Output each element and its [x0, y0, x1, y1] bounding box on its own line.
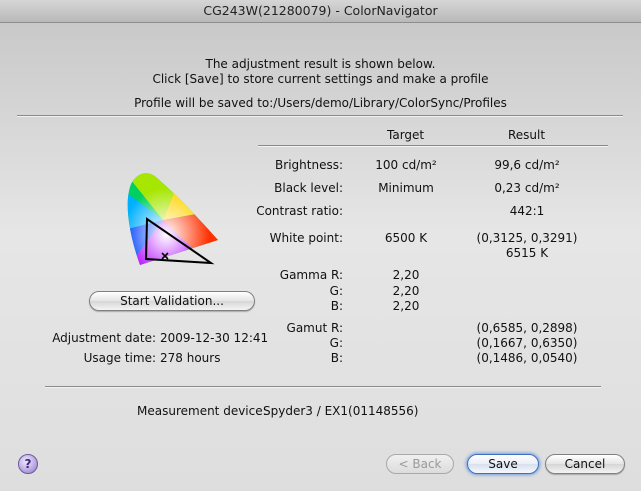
- gamut-g-result: (0,1667, 0,6350): [476, 336, 578, 350]
- back-button[interactable]: < Back: [386, 454, 454, 474]
- help-icon[interactable]: ?: [18, 454, 38, 474]
- gamut-diagram-svg: [127, 173, 218, 266]
- measurement-device-label: Measurement device:: [137, 404, 267, 418]
- column-header-target: Target: [387, 128, 425, 142]
- gamut-g-label: G:: [329, 336, 343, 350]
- brightness-result: 99,6 cd/m²: [494, 158, 560, 172]
- column-header-result: Result: [508, 128, 546, 142]
- gamut-b-result: (0,1486, 0,0540): [476, 351, 578, 365]
- info-line-1: The adjustment result is shown below.: [205, 57, 436, 71]
- gamma-b-target: 2,20: [392, 299, 420, 313]
- usage-time-label: Usage time:: [83, 351, 156, 365]
- gamut-r-label: Gamut R:: [286, 321, 343, 335]
- black-level-result: 0,23 cd/m²: [494, 181, 560, 195]
- usage-time-value: 278 hours: [160, 351, 221, 365]
- contrast-ratio-label: Contrast ratio:: [256, 204, 343, 218]
- white-point-label: White point:: [269, 231, 343, 245]
- save-button[interactable]: Save: [467, 454, 539, 474]
- profile-path: Profile will be saved to:/Users/demo/Lib…: [134, 96, 507, 110]
- measurement-device-value: Spyder3 / EX1(01148556): [263, 404, 419, 418]
- contrast-ratio-result: 442:1: [509, 204, 545, 218]
- dialog-body: The adjustment result is shown below. Cl…: [0, 23, 641, 491]
- white-point-result-k: 6515 K: [505, 246, 549, 260]
- separator-table-header: [258, 145, 608, 147]
- gamma-r-target: 2,20: [392, 268, 420, 282]
- gamma-g-label: G:: [329, 284, 343, 298]
- gamut-r-result: (0,6585, 0,2898): [476, 321, 578, 335]
- start-validation-button[interactable]: Start Validation...: [89, 291, 255, 311]
- separator-top: [17, 115, 623, 117]
- info-line-2: Click [Save] to store current settings a…: [152, 72, 489, 86]
- gamma-g-target: 2,20: [392, 284, 420, 298]
- gamma-b-label: B:: [330, 299, 343, 313]
- gamut-diagram: [123, 170, 219, 274]
- white-point-target: 6500 K: [384, 231, 428, 245]
- cancel-button[interactable]: Cancel: [545, 454, 625, 474]
- adjustment-date-label: Adjustment date:: [52, 331, 156, 345]
- brightness-label: Brightness:: [275, 158, 343, 172]
- separator-bottom: [45, 386, 601, 388]
- gamma-r-label: Gamma R:: [279, 268, 343, 282]
- black-level-label: Black level:: [274, 181, 343, 195]
- gamut-b-label: B:: [330, 351, 343, 365]
- black-level-target: Minimum: [378, 181, 434, 195]
- window-title: CG243W(21280079) - ColorNavigator: [0, 0, 641, 23]
- brightness-target: 100 cd/m²: [375, 158, 437, 172]
- white-point-result-xy: (0,3125, 0,3291): [476, 231, 578, 245]
